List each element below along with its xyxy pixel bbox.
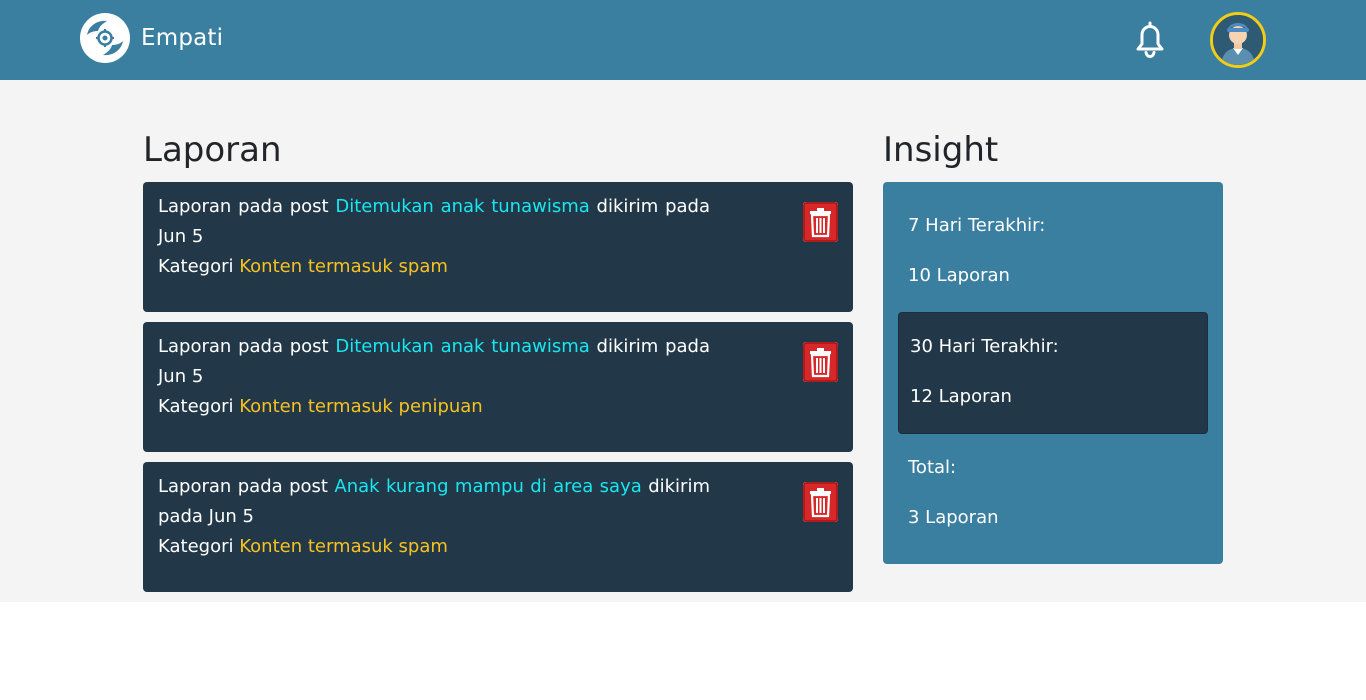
report-category-line: Kategori Konten termasuk spam [158,252,853,282]
on-label: pada [665,336,710,357]
stat-7-days-value: 10 Laporan [908,265,1010,286]
post-link[interactable]: Anak kurang mampu di area saya [334,476,641,497]
reports-title: Laporan [143,130,282,170]
report-text: Laporan pada post Ditemukan anak tunawis… [158,332,710,392]
sent-label: dikirim [596,196,659,217]
hands-heart-logo-icon [80,13,130,63]
stat-30-days-value: 12 Laporan [910,386,1012,407]
trash-icon [803,482,838,522]
post-link[interactable]: Ditemukan anak tunawisma [335,196,589,217]
delete-report-button[interactable] [803,202,838,242]
report-category-line: Kategori Konten termasuk spam [158,532,853,562]
delete-report-button[interactable] [803,482,838,522]
stat-7-days-label: 7 Hari Terakhir: [908,215,1046,236]
brand-name: Empati [141,25,224,51]
insight-panel: 7 Hari Terakhir: 10 Laporan 30 Hari Tera… [883,182,1223,564]
report-prefix: Laporan pada post [158,196,329,217]
on-label: pada [665,196,710,217]
category-label: Kategori [158,396,234,417]
report-text: Laporan pada post Ditemukan anak tunawis… [158,192,710,252]
report-date: Jun 5 [158,366,204,387]
report-text: Laporan pada post Anak kurang mampu di a… [158,472,710,532]
report-category-line: Kategori Konten termasuk penipuan [158,392,853,422]
report-category: Konten termasuk spam [239,536,448,557]
trash-icon [803,342,838,382]
report-prefix: Laporan pada post [158,476,328,497]
report-date: Jun 5 [158,226,204,247]
stat-30-days-label: 30 Hari Terakhir: [910,336,1059,357]
user-avatar[interactable] [1210,12,1266,68]
bell-icon[interactable] [1131,19,1169,59]
report-card: Laporan pada post Ditemukan anak tunawis… [143,182,853,312]
insight-title: Insight [883,130,999,170]
stat-30-days-card: 30 Hari Terakhir: 12 Laporan [898,312,1208,434]
delete-report-button[interactable] [803,342,838,382]
report-category: Konten termasuk spam [239,256,448,277]
report-card: Laporan pada post Anak kurang mampu di a… [143,462,853,592]
report-prefix: Laporan pada post [158,336,329,357]
trash-icon [803,202,838,242]
stat-total-value: 3 Laporan [908,507,999,528]
top-navbar: Empati [0,0,1366,80]
category-label: Kategori [158,536,234,557]
sent-label: dikirim [596,336,659,357]
report-category: Konten termasuk penipuan [239,396,483,417]
brand[interactable]: Empati [80,13,223,63]
on-label: pada [158,506,203,527]
report-card: Laporan pada post Ditemukan anak tunawis… [143,322,853,452]
category-label: Kategori [158,256,234,277]
report-date: Jun 5 [208,506,254,527]
stat-total-label: Total: [908,457,957,478]
user-avatar-icon [1213,15,1263,65]
sent-label: dikirim [648,476,710,497]
post-link[interactable]: Ditemukan anak tunawisma [335,336,589,357]
